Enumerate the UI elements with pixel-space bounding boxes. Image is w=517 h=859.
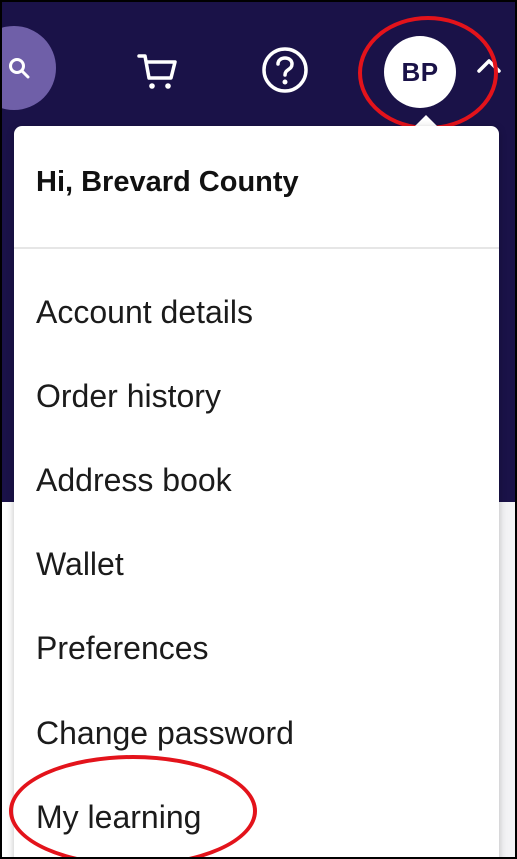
help-button[interactable] — [259, 44, 311, 96]
menu-item-my-learning[interactable]: My learning — [36, 797, 201, 837]
page-background-strip — [499, 502, 515, 857]
search-icon — [9, 58, 30, 79]
menu-divider — [14, 247, 499, 249]
menu-item-change-password[interactable]: Change password — [36, 713, 294, 753]
greeting-text: Hi, Brevard County — [36, 166, 299, 198]
avatar-initials: BP — [401, 56, 439, 87]
menu-item-wallet[interactable]: Wallet — [36, 544, 124, 584]
menu-item-preferences[interactable]: Preferences — [36, 628, 209, 668]
cart-button[interactable] — [132, 46, 182, 94]
chevron-up-icon[interactable] — [474, 54, 504, 76]
menu-item-order-history[interactable]: Order history — [36, 376, 221, 416]
menu-item-account-details[interactable]: Account details — [36, 292, 253, 332]
screenshot-frame: BP Hi, Brevard County Account details Or… — [0, 0, 517, 859]
help-icon — [262, 47, 308, 93]
menu-item-address-book[interactable]: Address book — [36, 460, 232, 500]
cart-icon — [137, 54, 177, 89]
avatar[interactable]: BP — [384, 36, 456, 108]
